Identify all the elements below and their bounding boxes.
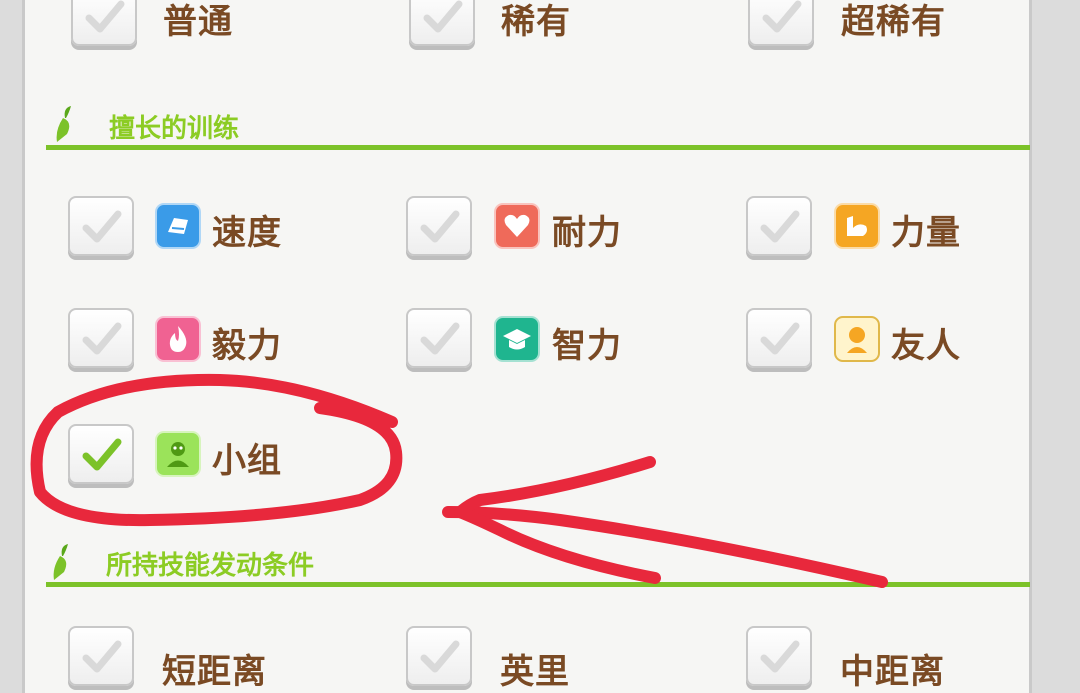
check-icon: [82, 322, 122, 355]
rarity-normal-label: 普通: [163, 2, 233, 42]
checkbox-power[interactable]: [746, 196, 812, 256]
check-icon: [420, 640, 460, 673]
flame-icon: [155, 316, 201, 362]
training-friend-label: 友人: [891, 326, 961, 366]
training-wisdom-label: 智力: [552, 326, 622, 366]
check-icon: [760, 640, 800, 673]
rarity-rare-label: 稀有: [501, 2, 571, 42]
training-guts-label: 毅力: [212, 326, 282, 366]
checkbox-rare[interactable]: [409, 0, 475, 46]
friend-icon: [834, 316, 880, 362]
check-icon: [82, 210, 122, 243]
check-icon: [420, 210, 460, 243]
checkbox-mile[interactable]: [406, 626, 472, 686]
skill-section-divider: [46, 582, 1030, 587]
checkbox-super-rare[interactable]: [748, 0, 814, 46]
graduation-cap-icon: [494, 316, 540, 362]
check-icon: [762, 0, 802, 33]
speed-icon: [155, 203, 201, 249]
checkbox-speed[interactable]: [68, 196, 134, 256]
checkbox-short-distance[interactable]: [68, 626, 134, 686]
check-icon: [82, 438, 122, 471]
check-icon: [85, 0, 125, 33]
training-stamina-label: 耐力: [552, 213, 622, 253]
training-section-divider: [46, 145, 1030, 150]
checkbox-stamina[interactable]: [406, 196, 472, 256]
heart-icon: [494, 203, 540, 249]
skill-short-label: 短距离: [162, 652, 267, 692]
checkbox-wisdom[interactable]: [406, 308, 472, 368]
rarity-super-rare-label: 超稀有: [841, 2, 946, 42]
carrot-icon: [53, 544, 68, 580]
check-icon: [760, 210, 800, 243]
training-speed-label: 速度: [212, 213, 282, 253]
group-icon: [155, 431, 201, 477]
skill-section-title: 所持技能发动条件: [106, 551, 315, 581]
check-icon: [82, 640, 122, 673]
training-group-label: 小组: [212, 441, 282, 481]
skill-mile-label: 英里: [500, 652, 570, 692]
checkbox-medium-distance[interactable]: [746, 626, 812, 686]
training-power-label: 力量: [891, 213, 961, 253]
muscle-icon: [834, 203, 880, 249]
carrot-icon: [56, 106, 71, 142]
training-section-title: 擅长的训练: [109, 114, 240, 144]
skill-medium-label: 中距离: [840, 652, 945, 692]
checkbox-friend[interactable]: [746, 308, 812, 368]
check-icon: [423, 0, 463, 33]
checkbox-normal[interactable]: [71, 0, 137, 46]
check-icon: [760, 322, 800, 355]
checkbox-group[interactable]: [68, 424, 134, 484]
check-icon: [420, 322, 460, 355]
checkbox-guts[interactable]: [68, 308, 134, 368]
